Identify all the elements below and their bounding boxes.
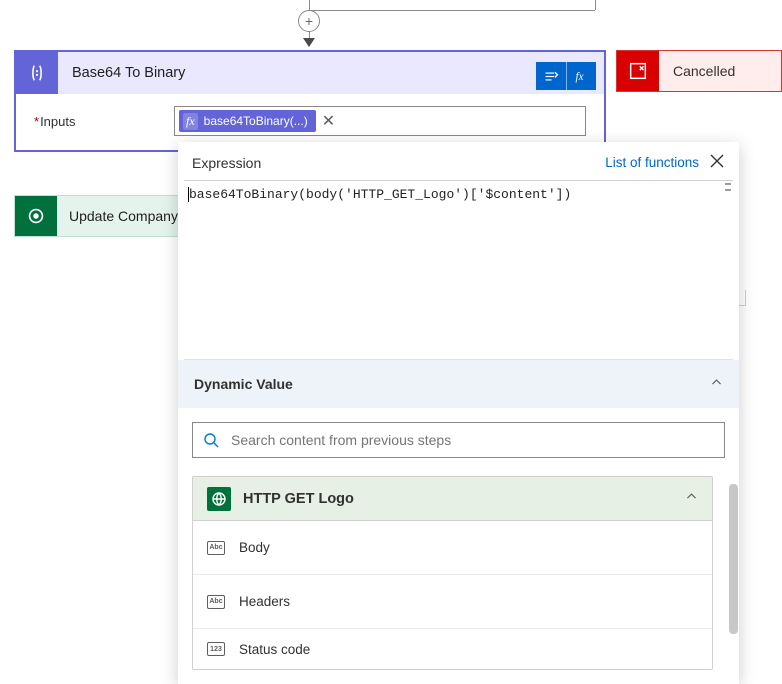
search-input[interactable] — [229, 431, 714, 449]
chevron-up-icon — [710, 376, 723, 392]
cancelled-icon — [617, 51, 659, 91]
code-icon — [16, 52, 58, 94]
chevron-up-icon — [685, 490, 698, 507]
expression-token[interactable]: fx base64ToBinary(...) — [179, 110, 316, 132]
group-name: HTTP GET Logo — [243, 491, 354, 507]
card-base64-to-binary[interactable]: Base64 To Binary fx Inputs fx base64ToBi… — [14, 50, 606, 152]
remove-token-button[interactable]: ✕ — [320, 111, 337, 131]
list-of-functions-link[interactable]: List of functions — [605, 155, 699, 170]
expression-panel: Expression List of functions base64ToBin… — [178, 142, 739, 684]
base64-header[interactable]: Base64 To Binary fx — [16, 52, 604, 94]
dynamic-value-group: HTTP GET Logo Abc Body Abc Headers 123 S… — [192, 476, 713, 670]
dv-item-status-code[interactable]: 123 Status code — [193, 629, 712, 669]
dv-item-label: Body — [239, 540, 270, 555]
expression-title: Expression — [192, 155, 261, 171]
dv-item-body[interactable]: Abc Body — [193, 521, 712, 575]
search-box[interactable] — [192, 422, 725, 458]
dynamic-value-header[interactable]: Dynamic Value — [178, 360, 739, 408]
dv-item-label: Headers — [239, 594, 290, 609]
scroll-marker — [725, 189, 731, 191]
search-icon — [203, 432, 219, 448]
cancelled-label: Cancelled — [659, 51, 781, 91]
close-button[interactable] — [709, 153, 725, 172]
expression-code: base64ToBinary(body('HTTP_GET_Logo')['$c… — [189, 187, 571, 202]
dynamic-content-button[interactable] — [536, 62, 566, 90]
fx-button[interactable]: fx — [566, 62, 596, 90]
scroll-marker — [725, 183, 731, 185]
type-abc-icon: Abc — [207, 541, 225, 555]
fx-icon: fx — [183, 113, 198, 130]
connector-line-r — [595, 0, 596, 10]
scrollbar-thumb[interactable] — [729, 484, 738, 634]
update-company-icon — [15, 196, 57, 236]
expression-editor[interactable]: base64ToBinary(body('HTTP_GET_Logo')['$c… — [184, 180, 733, 360]
type-num-icon: 123 — [207, 642, 225, 656]
card-update-company[interactable]: Update Company — [14, 195, 179, 237]
inputs-label: Inputs — [34, 114, 164, 129]
group-header-http-get-logo[interactable]: HTTP GET Logo — [193, 477, 712, 521]
http-icon — [207, 487, 231, 511]
connector-line-h — [309, 10, 595, 11]
dv-item-headers[interactable]: Abc Headers — [193, 575, 712, 629]
expression-token-label: base64ToBinary(...) — [204, 114, 308, 128]
svg-text:fx: fx — [576, 70, 584, 82]
update-company-label: Update Company — [57, 196, 178, 236]
dv-item-label: Status code — [239, 642, 310, 657]
dynamic-value-title: Dynamic Value — [194, 376, 293, 392]
arrow-down-icon — [303, 38, 315, 47]
type-abc-icon: Abc — [207, 595, 225, 609]
header-actions: fx — [536, 62, 596, 90]
inputs-field[interactable]: fx base64ToBinary(...) ✕ — [174, 106, 586, 136]
add-step-button[interactable]: + — [298, 10, 320, 32]
card-cancelled[interactable]: Cancelled — [616, 50, 782, 92]
base64-title: Base64 To Binary — [58, 65, 185, 81]
